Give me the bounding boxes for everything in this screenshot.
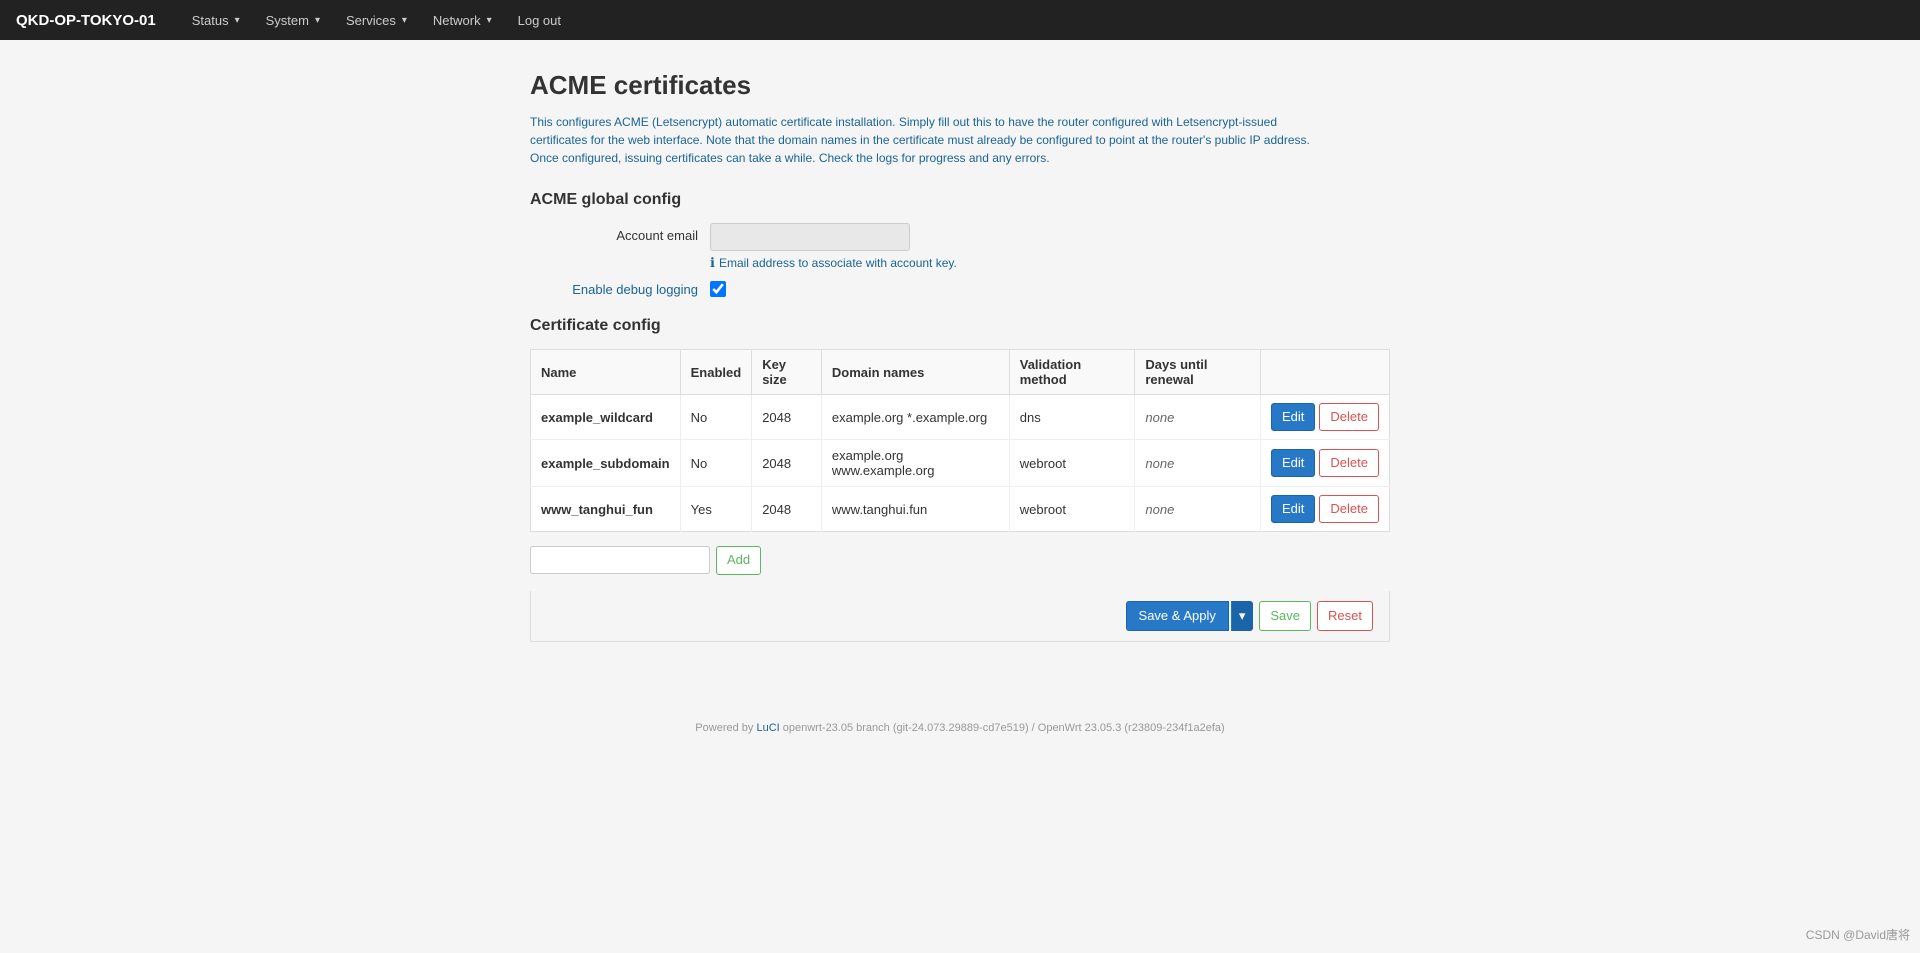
col-days-renewal: Days until renewal (1135, 350, 1261, 395)
luci-link[interactable]: LuCI (756, 722, 779, 734)
add-cert-button[interactable]: Add (716, 546, 761, 574)
navbar-nav: Status ▾ System ▾ Services ▾ Network ▾ L… (180, 5, 573, 36)
add-cert-input[interactable] (530, 546, 710, 574)
table-row: www_tanghui_fun Yes 2048 www.tanghui.fun… (531, 487, 1390, 532)
delete-button[interactable]: Delete (1319, 449, 1379, 477)
col-enabled: Enabled (680, 350, 752, 395)
main-content: ACME certificates This configures ACME (… (510, 40, 1410, 662)
help-icon: ℹ (710, 255, 715, 271)
cell-row-actions: Edit Delete (1261, 395, 1390, 440)
cell-validation-method: webroot (1009, 487, 1135, 532)
cell-days-renewal: none (1135, 440, 1261, 487)
edit-button[interactable]: Edit (1271, 495, 1315, 523)
cell-domain-names: example.org *.example.org (821, 395, 1009, 440)
table-row: example_wildcard No 2048 example.org *.e… (531, 395, 1390, 440)
cell-days-renewal: none (1135, 487, 1261, 532)
cert-config-title: Certificate config (530, 317, 1390, 335)
col-actions (1261, 350, 1390, 395)
chevron-down-icon: ▾ (1239, 608, 1246, 623)
cell-name: example_subdomain (531, 440, 681, 487)
table-row: example_subdomain No 2048 example.org ww… (531, 440, 1390, 487)
nav-services[interactable]: Services ▾ (334, 5, 419, 36)
cell-key-size: 2048 (752, 395, 822, 440)
cell-enabled: No (680, 395, 752, 440)
save-apply-button[interactable]: Save & Apply (1126, 601, 1229, 631)
nav-status[interactable]: Status ▾ (180, 5, 252, 36)
cell-row-actions: Edit Delete (1261, 487, 1390, 532)
cell-enabled: No (680, 440, 752, 487)
chevron-down-icon: ▾ (487, 15, 492, 26)
col-validation-method: Validation method (1009, 350, 1135, 395)
watermark: CSDN @David唐将 (1806, 926, 1910, 943)
delete-button[interactable]: Delete (1319, 495, 1379, 523)
account-email-label: Account email (530, 223, 710, 243)
reset-button[interactable]: Reset (1317, 601, 1373, 631)
cell-domain-names: example.org www.example.org (821, 440, 1009, 487)
debug-logging-label: Enable debug logging (530, 282, 710, 297)
cell-validation-method: dns (1009, 395, 1135, 440)
save-apply-group: Save & Apply ▾ (1126, 601, 1254, 631)
page-title: ACME certificates (530, 70, 1390, 101)
cell-row-actions: Edit Delete (1261, 440, 1390, 487)
nav-system[interactable]: System ▾ (254, 5, 332, 36)
debug-logging-checkbox[interactable] (710, 281, 726, 297)
account-email-input[interactable] (710, 223, 910, 251)
account-email-help: ℹ Email address to associate with accoun… (710, 255, 1390, 271)
save-button[interactable]: Save (1259, 601, 1311, 631)
page-footer: Powered by LuCI openwrt-23.05 branch (gi… (0, 702, 1920, 754)
cell-key-size: 2048 (752, 440, 822, 487)
cell-days-renewal: none (1135, 395, 1261, 440)
cert-config-section: Certificate config Name Enabled Key size… (530, 317, 1390, 575)
global-config-title: ACME global config (530, 191, 1390, 209)
cell-name: www_tanghui_fun (531, 487, 681, 532)
col-key-size: Key size (752, 350, 822, 395)
add-cert-row: Add (530, 546, 1390, 574)
account-email-field: ℹ Email address to associate with accoun… (710, 223, 1390, 271)
nav-network[interactable]: Network ▾ (421, 5, 504, 36)
nav-logout[interactable]: Log out (506, 5, 573, 36)
cell-name: example_wildcard (531, 395, 681, 440)
chevron-down-icon: ▾ (315, 15, 320, 26)
cell-enabled: Yes (680, 487, 752, 532)
footer-action-bar: Save & Apply ▾ Save Reset (530, 591, 1390, 642)
edit-button[interactable]: Edit (1271, 449, 1315, 477)
account-email-row: Account email ℹ Email address to associa… (530, 223, 1390, 271)
col-domain-names: Domain names (821, 350, 1009, 395)
delete-button[interactable]: Delete (1319, 403, 1379, 431)
chevron-down-icon: ▾ (402, 15, 407, 26)
cert-table: Name Enabled Key size Domain names Valid… (530, 349, 1390, 532)
chevron-down-icon: ▾ (235, 15, 240, 26)
cell-key-size: 2048 (752, 487, 822, 532)
page-description: This configures ACME (Letsencrypt) autom… (530, 113, 1310, 167)
col-name: Name (531, 350, 681, 395)
save-apply-dropdown-button[interactable]: ▾ (1231, 601, 1254, 631)
cell-validation-method: webroot (1009, 440, 1135, 487)
navbar-brand: QKD-OP-TOKYO-01 (16, 12, 156, 29)
edit-button[interactable]: Edit (1271, 403, 1315, 431)
action-bar-wrapper: Save & Apply ▾ Save Reset (530, 591, 1390, 642)
navbar: QKD-OP-TOKYO-01 Status ▾ System ▾ Servic… (0, 0, 1920, 40)
debug-logging-row: Enable debug logging (530, 281, 1390, 297)
cell-domain-names: www.tanghui.fun (821, 487, 1009, 532)
